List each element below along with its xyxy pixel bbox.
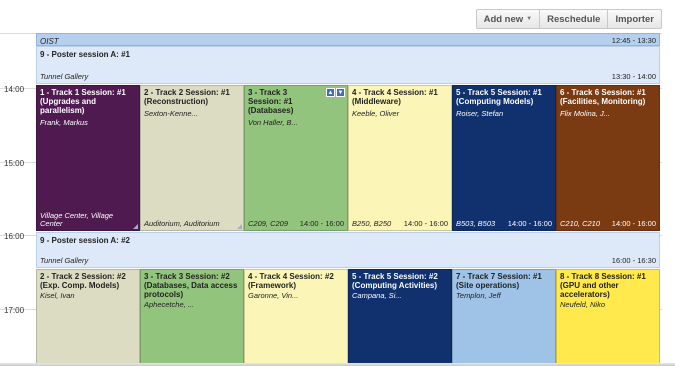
- block-time: 14:00 - 16:00: [611, 219, 656, 228]
- track4-session1-block[interactable]: 4 - Track 4 Session: #1 (Middleware) Kee…: [348, 85, 452, 231]
- resize-handle[interactable]: [133, 224, 138, 229]
- move-down-icon[interactable]: ▼: [336, 88, 345, 97]
- timetable-toolbar: Add new ▼ Reschedule Importer: [475, 9, 662, 29]
- block-location: B250, B250: [352, 219, 392, 228]
- block-convener: Flix Molina, J...: [560, 109, 611, 118]
- block-footer: C210, C210 14:00 - 16:00: [560, 220, 656, 228]
- block-convener: Roiser, Stefan: [456, 109, 504, 118]
- timetable-grid: 14:00 15:00 16:00 17:00 OIST 12:45 - 13:…: [0, 33, 662, 366]
- oist-block[interactable]: OIST 12:45 - 13:30: [36, 33, 660, 46]
- hour-label-15: 15:00: [4, 159, 25, 168]
- add-new-dropdown-button[interactable]: Add new ▼: [477, 10, 541, 28]
- block-title: 9 - Poster session A: #2: [40, 236, 130, 245]
- block-title: 9 - Poster session A: #1: [40, 50, 130, 59]
- block-title: 2 - Track 2 Session: #1 (Reconstruction): [144, 88, 230, 106]
- block-time: 16:00 - 16:30: [611, 256, 656, 265]
- block-convener: Templon, Jeff: [456, 291, 501, 300]
- move-up-icon[interactable]: ▲: [326, 88, 335, 97]
- hour-label-17: 17:00: [4, 306, 25, 315]
- block-title: 4 - Track 4 Session: #1 (Middleware): [352, 88, 438, 106]
- track5-session2-block[interactable]: 5 - Track 5 Session: #2 (Computing Activ…: [348, 269, 452, 366]
- track7-session1-block[interactable]: 7 - Track 7 Session: #1 (Site operations…: [452, 269, 556, 366]
- track2-session2-block[interactable]: 2 - Track 2 Session: #2 (Exp. Comp. Mode…: [36, 269, 140, 366]
- reschedule-button[interactable]: Reschedule: [540, 10, 609, 28]
- block-time: 12:45 - 13:30: [611, 36, 656, 45]
- block-location: Tunnel Gallery: [40, 256, 89, 265]
- track4-session2-block[interactable]: 4 - Track 4 Session: #2 (Framework) Garo…: [244, 269, 348, 366]
- block-location: C209, C209: [248, 219, 289, 228]
- move-buttons: ▲ ▼: [326, 88, 345, 97]
- block-time: 14:00 - 16:00: [507, 219, 552, 228]
- block-convener: Frank, Markus: [40, 118, 88, 127]
- block-location: Village Center, Village Center: [40, 211, 114, 228]
- track3-session2-block[interactable]: 3 - Track 3 Session: #2 (Databases, Data…: [140, 269, 244, 366]
- block-location: B503, B503: [456, 219, 496, 228]
- chevron-down-icon: ▼: [526, 16, 533, 22]
- track6-session1-block[interactable]: 6 - Track 6 Session: #1 (Facilities, Mon…: [556, 85, 660, 231]
- block-footer: Village Center, Village Center: [40, 212, 136, 228]
- track2-session1-block[interactable]: 2 - Track 2 Session: #1 (Reconstruction)…: [140, 85, 244, 231]
- block-convener: Garonne, Vin...: [248, 291, 299, 300]
- block-footer: Auditorium, Auditorium: [144, 220, 240, 228]
- block-convener: Keeble, Oliver: [352, 109, 400, 118]
- block-location: Auditorium, Auditorium: [144, 219, 220, 228]
- block-time: 13:30 - 14:00: [611, 72, 656, 81]
- block-convener: Neufeld, Niko: [560, 300, 606, 309]
- block-title: 3 - Track 3 Session: #2 (Databases, Data…: [144, 272, 238, 299]
- block-convener: Sexton-Kenne...: [144, 109, 198, 118]
- block-location: Tunnel Gallery: [40, 72, 89, 81]
- block-location: C210, C210: [560, 219, 601, 228]
- poster-session-a1-block[interactable]: 9 - Poster session A: #1 Tunnel Gallery …: [36, 46, 660, 84]
- block-title: 7 - Track 7 Session: #1 (Site operations…: [456, 272, 542, 290]
- block-title: 4 - Track 4 Session: #2 (Framework): [248, 272, 334, 290]
- hour-label-16: 16:00: [4, 232, 25, 241]
- block-title: 5 - Track 5 Session: #1 (Computing Model…: [456, 88, 542, 106]
- importer-button[interactable]: Importer: [608, 10, 661, 28]
- track3-session1-block[interactable]: 3 - Track 3 Session: #1 (Databases) ▲ ▼ …: [244, 85, 348, 231]
- track1-session1-block[interactable]: 1 - Track 1 Session: #1 (Upgrades and pa…: [36, 85, 140, 231]
- track8-session1-block[interactable]: 8 - Track 8 Session: #1 (GPU and other a…: [556, 269, 660, 366]
- block-title: 2 - Track 2 Session: #2 (Exp. Comp. Mode…: [40, 272, 126, 290]
- block-footer: B503, B503 14:00 - 16:00: [456, 220, 552, 228]
- block-convener: Campana, Si...: [352, 291, 402, 300]
- track5-session1-block[interactable]: 5 - Track 5 Session: #1 (Computing Model…: [452, 85, 556, 231]
- block-title: 6 - Track 6 Session: #1 (Facilities, Mon…: [560, 88, 646, 106]
- block-convener: Von Haller, B...: [248, 118, 298, 127]
- hour-label-14: 14:00: [4, 85, 25, 94]
- block-footer: C209, C209 14:00 - 16:00: [248, 220, 344, 228]
- block-time: 14:00 - 16:00: [403, 219, 448, 228]
- block-convener: Aphecetche, ...: [144, 300, 195, 309]
- block-title: 8 - Track 8 Session: #1 (GPU and other a…: [560, 272, 646, 299]
- block-title: 1 - Track 1 Session: #1 (Upgrades and pa…: [40, 88, 126, 115]
- block-title: OIST: [40, 37, 59, 46]
- block-title: 5 - Track 5 Session: #2 (Computing Activ…: [352, 272, 438, 290]
- poster-session-a2-block[interactable]: 9 - Poster session A: #2 Tunnel Gallery …: [36, 232, 660, 268]
- block-convener: Kisel, Ivan: [40, 291, 75, 300]
- add-new-label: Add new: [483, 13, 524, 25]
- block-time: 14:00 - 16:00: [299, 219, 344, 228]
- block-footer: B250, B250 14:00 - 16:00: [352, 220, 448, 228]
- resize-handle[interactable]: [237, 224, 242, 229]
